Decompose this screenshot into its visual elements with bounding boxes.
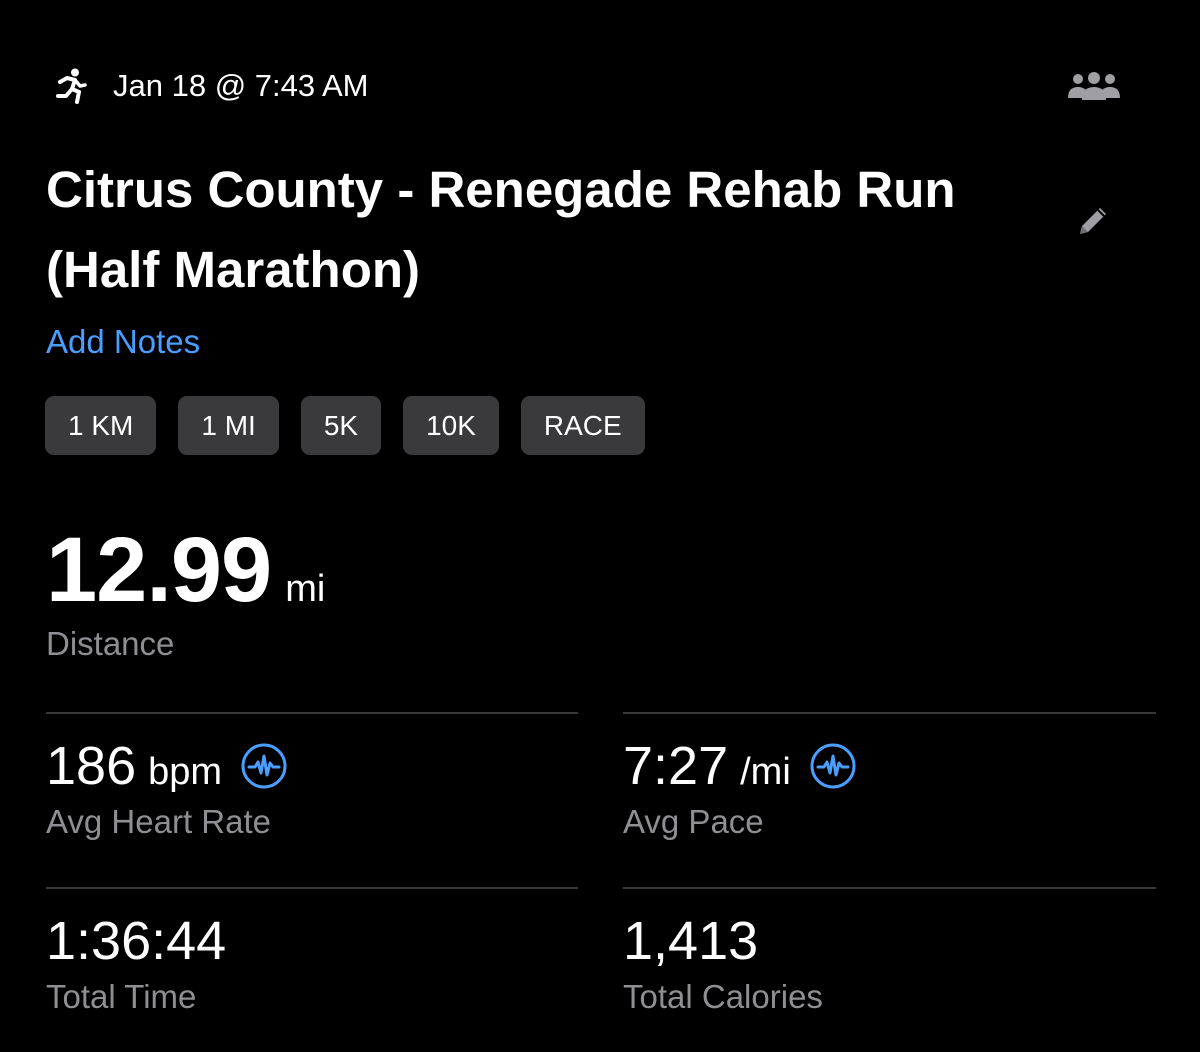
pace-label: Avg Pace xyxy=(623,803,764,840)
heart-rate-value-row: 186 bpm xyxy=(46,736,288,796)
chip-5k[interactable]: 5K xyxy=(300,396,382,455)
running-person-icon xyxy=(48,66,88,106)
pace-value-row: 7:27 /mi xyxy=(623,736,857,796)
divider xyxy=(46,712,578,714)
heart-rate-wave-icon[interactable] xyxy=(240,742,288,790)
total-calories-value-row: 1,413 xyxy=(623,911,758,971)
total-time-value: 1:36:44 xyxy=(46,911,227,971)
pencil-icon[interactable] xyxy=(1072,200,1114,242)
total-calories-label: Total Calories xyxy=(623,978,823,1015)
total-time-label: Total Time xyxy=(46,978,197,1015)
distance-value: 12.99 xyxy=(46,519,272,621)
distance-value-row: 12.99 mi xyxy=(46,520,325,620)
workout-date-time: Jan 18 @ 7:43 AM xyxy=(113,68,369,103)
heart-rate-wave-icon[interactable] xyxy=(809,742,857,790)
split-filter-chips: 1 KM 1 MI 5K 10K RACE xyxy=(45,396,645,455)
heart-rate-value: 186 xyxy=(46,736,137,796)
chip-1mi[interactable]: 1 MI xyxy=(178,396,279,455)
divider xyxy=(623,887,1156,889)
distance-unit: mi xyxy=(285,568,326,610)
chip-1km[interactable]: 1 KM xyxy=(45,396,157,455)
chip-10k[interactable]: 10K xyxy=(403,396,499,455)
heart-rate-unit: bpm xyxy=(148,751,223,793)
divider xyxy=(623,712,1156,714)
divider xyxy=(46,887,578,889)
pace-value: 7:27 xyxy=(623,736,729,796)
total-time-value-row: 1:36:44 xyxy=(46,911,226,971)
people-group-icon[interactable] xyxy=(1066,70,1122,102)
chip-race[interactable]: RACE xyxy=(520,396,645,455)
add-notes-link[interactable]: Add Notes xyxy=(46,320,200,364)
distance-label: Distance xyxy=(46,625,175,662)
total-calories-value: 1,413 xyxy=(623,911,759,971)
heart-rate-label: Avg Heart Rate xyxy=(46,803,272,840)
pace-unit: /mi xyxy=(740,751,791,793)
workout-title: Citrus County - Renegade Rehab Run (Half… xyxy=(46,161,956,298)
